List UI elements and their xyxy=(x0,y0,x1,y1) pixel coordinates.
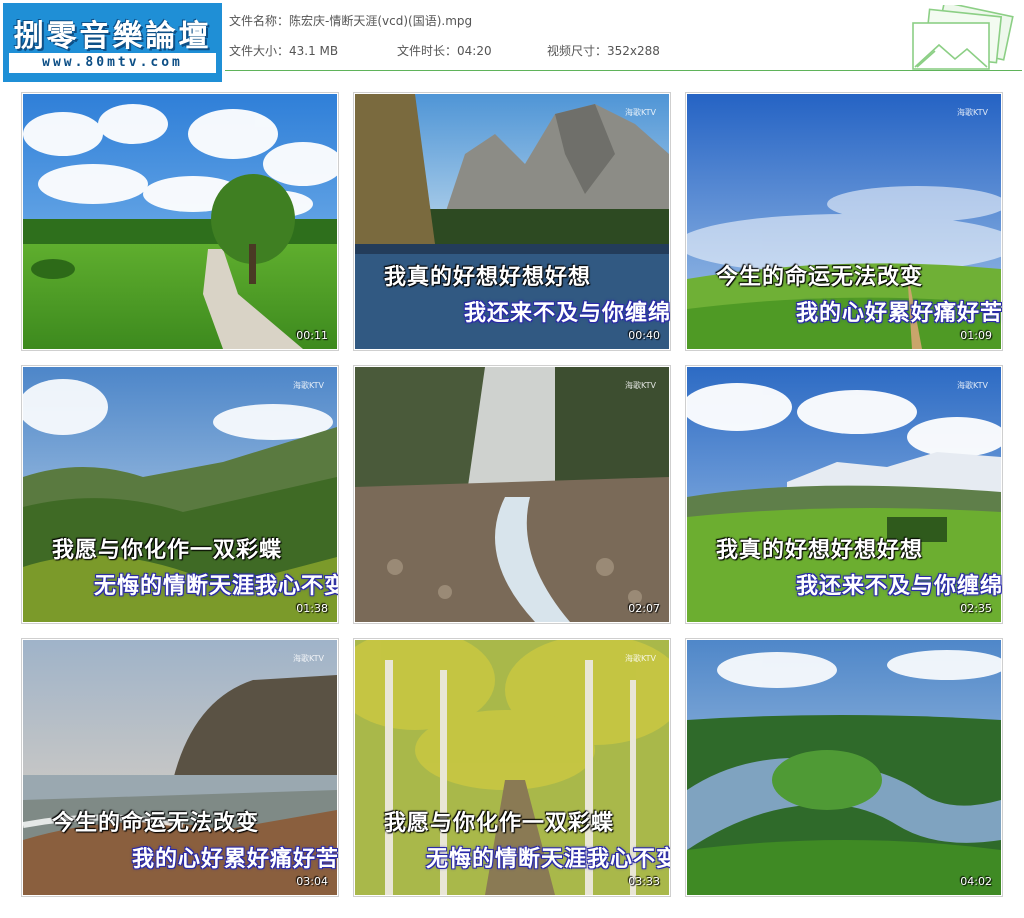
thumbnail-grid: 00:11 海歌KTV 我真的好想好想好想 我还来不及与你缠绵 00:40 海歌… xyxy=(21,92,1003,898)
watermark: 海歌KTV xyxy=(957,381,988,390)
file-duration-value: 04:20 xyxy=(457,44,492,58)
timestamp: 01:38 xyxy=(296,602,328,615)
lyric-line-1: 我愿与你化作一双彩蝶 xyxy=(52,538,283,563)
lyric-line-1: 今生的命运无法改变 xyxy=(52,811,260,836)
thumbnail-3[interactable]: 海歌KTV 今生的命运无法改变 我的心好累好痛好苦 01:09 xyxy=(685,92,1003,351)
timestamp: 00:40 xyxy=(628,329,660,342)
thumbnail-8[interactable]: 海歌KTV 我愿与你化作一双彩蝶 无悔的情断天涯我心不变 03:33 xyxy=(353,638,671,897)
watermark: 海歌KTV xyxy=(625,108,656,117)
lyric-line-2: 无悔的情断天涯我心不变 xyxy=(94,574,339,599)
lyric-line-2: 无悔的情断天涯我心不变 xyxy=(426,847,671,872)
header-divider xyxy=(225,70,1022,71)
watermark: 海歌KTV xyxy=(293,381,324,390)
thumbnail-6[interactable]: 海歌KTV 我真的好想好想好想 我还来不及与你缠绵 02:35 xyxy=(685,365,1003,624)
file-size: 文件大小：43.1 MB xyxy=(229,42,397,59)
timestamp: 02:35 xyxy=(960,602,992,615)
scene-foggy-forest-stream xyxy=(355,367,669,622)
logo-url: www.80mtv.com xyxy=(9,53,216,73)
file-duration: 文件时长：04:20 xyxy=(397,42,547,59)
watermark: 海歌KTV xyxy=(957,108,988,117)
file-info-row: 文件大小：43.1 MB 文件时长：04:20 视频尺寸：352x288 xyxy=(229,42,715,59)
file-size-label: 文件大小： xyxy=(229,44,290,58)
video-resolution: 视频尺寸：352x288 xyxy=(547,42,715,59)
file-duration-label: 文件时长： xyxy=(397,44,458,58)
timestamp: 04:02 xyxy=(960,875,992,888)
photos-icon xyxy=(912,5,1014,70)
lyric-line-2: 我还来不及与你缠绵 xyxy=(796,574,1003,599)
thumbnail-4[interactable]: 海歌KTV 我愿与你化作一双彩蝶 无悔的情断天涯我心不变 01:38 xyxy=(21,365,339,624)
watermark: 海歌KTV xyxy=(625,381,656,390)
thumbnail-7[interactable]: 海歌KTV 今生的命运无法改变 我的心好累好痛好苦 03:04 xyxy=(21,638,339,897)
file-size-value: 43.1 MB xyxy=(289,44,339,58)
file-name-row: 文件名称：陈宏庆-情断天涯(vcd)(国语).mpg xyxy=(229,12,472,29)
lyric-line-1: 我真的好想好想好想 xyxy=(716,538,924,563)
watermark: 海歌KTV xyxy=(625,654,656,663)
lyric-line-2: 我的心好累好痛好苦 xyxy=(132,847,339,872)
logo-title: 捌零音樂論壇 xyxy=(13,19,212,54)
thumbnail-2[interactable]: 海歌KTV 我真的好想好想好想 我还来不及与你缠绵 00:40 xyxy=(353,92,671,351)
thumbnail-5[interactable]: 海歌KTV 02:07 xyxy=(353,365,671,624)
timestamp: 01:09 xyxy=(960,329,992,342)
file-name-label: 文件名称： xyxy=(229,14,290,28)
file-name-value: 陈宏庆-情断天涯(vcd)(国语).mpg xyxy=(289,14,473,28)
thumbnail-1[interactable]: 00:11 xyxy=(21,92,339,351)
timestamp: 03:33 xyxy=(628,875,660,888)
scene-meadow-tree-road xyxy=(23,94,337,349)
lyric-line-2: 我还来不及与你缠绵 xyxy=(464,301,671,326)
video-resolution-label: 视频尺寸： xyxy=(547,44,608,58)
watermark: 海歌KTV xyxy=(293,654,324,663)
lyric-line-1: 我愿与你化作一双彩蝶 xyxy=(384,811,615,836)
timestamp: 02:07 xyxy=(628,602,660,615)
timestamp: 03:04 xyxy=(296,875,328,888)
video-resolution-value: 352x288 xyxy=(607,44,660,58)
lyric-line-1: 今生的命运无法改变 xyxy=(716,265,924,290)
lyric-line-1: 我真的好想好想好想 xyxy=(384,265,592,290)
timestamp: 00:11 xyxy=(296,329,328,342)
lyric-line-2: 我的心好累好痛好苦 xyxy=(796,301,1003,326)
site-logo: 捌零音樂論壇 www.80mtv.com xyxy=(3,3,222,82)
thumbnail-9[interactable]: 04:02 xyxy=(685,638,1003,897)
scene-river-bend xyxy=(687,640,1001,895)
